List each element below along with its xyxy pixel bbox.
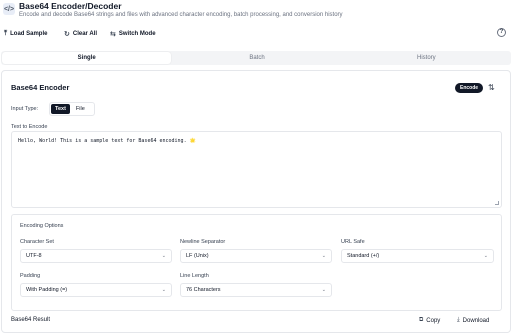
line-length-select[interactable]: 76 Characters ⌄ — [180, 283, 332, 297]
resize-handle[interactable] — [495, 201, 499, 205]
newline-separator-label: Newline Separator — [180, 239, 226, 245]
copy-button[interactable]: ⧉ Copy — [419, 315, 440, 326]
chevron-down-icon: ⌄ — [483, 253, 488, 259]
input-type-toggle: Text File — [49, 102, 95, 116]
download-icon: ⤓ — [457, 317, 460, 323]
encoder-card: Base64 Encoder Encode ⇅ Input Type: Text… — [1, 70, 511, 333]
tab-single[interactable]: Single — [2, 52, 172, 64]
padding-select[interactable]: With Padding (=) ⌄ — [20, 283, 172, 297]
url-safe-select[interactable]: Standard (+/) ⌄ — [341, 249, 494, 263]
tab-history[interactable]: History — [342, 51, 511, 65]
switch-mode-button[interactable]: ⇆ Switch Mode — [110, 27, 156, 40]
mode-badge: Encode — [455, 83, 484, 93]
text-input-label: Text to Encode — [11, 124, 48, 130]
character-set-label: Character Set — [20, 239, 54, 245]
upload-icon: ⤒ — [4, 29, 8, 37]
download-button[interactable]: ⤓ Download — [457, 315, 489, 326]
newline-separator-select[interactable]: LF (Unix) ⌄ — [180, 249, 332, 263]
chevron-down-icon: ⌄ — [161, 253, 166, 259]
help-icon[interactable]: ? — [497, 28, 506, 37]
line-length-label: Line Length — [180, 273, 209, 279]
page-title: Base64 Encoder/Decoder — [19, 1, 122, 11]
input-type-text[interactable]: Text — [51, 104, 70, 114]
encoding-options-panel: Encoding Options Character Set UTF-8 ⌄ N… — [11, 214, 502, 311]
card-title: Base64 Encoder — [11, 83, 70, 92]
input-type-file[interactable]: File — [72, 104, 89, 114]
url-safe-label: URL Safe — [341, 239, 365, 245]
swap-mode-icon[interactable]: ⇅ — [488, 83, 495, 92]
chevron-down-icon: ⌄ — [321, 287, 326, 293]
encoding-options-title: Encoding Options — [20, 223, 64, 229]
character-set-select[interactable]: UTF-8 ⌄ — [20, 249, 172, 263]
result-label: Base64 Result — [11, 317, 51, 323]
copy-icon: ⧉ — [419, 317, 424, 323]
input-type-label: Input Type: — [11, 106, 39, 112]
clear-all-button[interactable]: ↻ Clear All — [64, 27, 97, 40]
text-input-area[interactable]: Hello, World! This is a sample text for … — [11, 131, 502, 208]
code-icon: </> — [3, 3, 15, 15]
load-sample-button[interactable]: ⤒ Load Sample — [4, 27, 47, 40]
page-subtitle: Encode and decode Base64 strings and fil… — [19, 12, 343, 18]
mode-tabs: Single Batch History — [1, 51, 511, 65]
app-header: </> Base64 Encoder/Decoder Encode and de… — [0, 0, 512, 24]
chevron-down-icon: ⌄ — [161, 287, 166, 293]
chevron-down-icon: ⌄ — [321, 253, 326, 259]
refresh-icon: ↻ — [64, 30, 70, 38]
swap-icon: ⇆ — [110, 30, 116, 38]
text-input-value: Hello, World! This is a sample text for … — [18, 138, 196, 144]
padding-label: Padding — [20, 273, 41, 279]
tab-batch[interactable]: Batch — [172, 51, 341, 65]
